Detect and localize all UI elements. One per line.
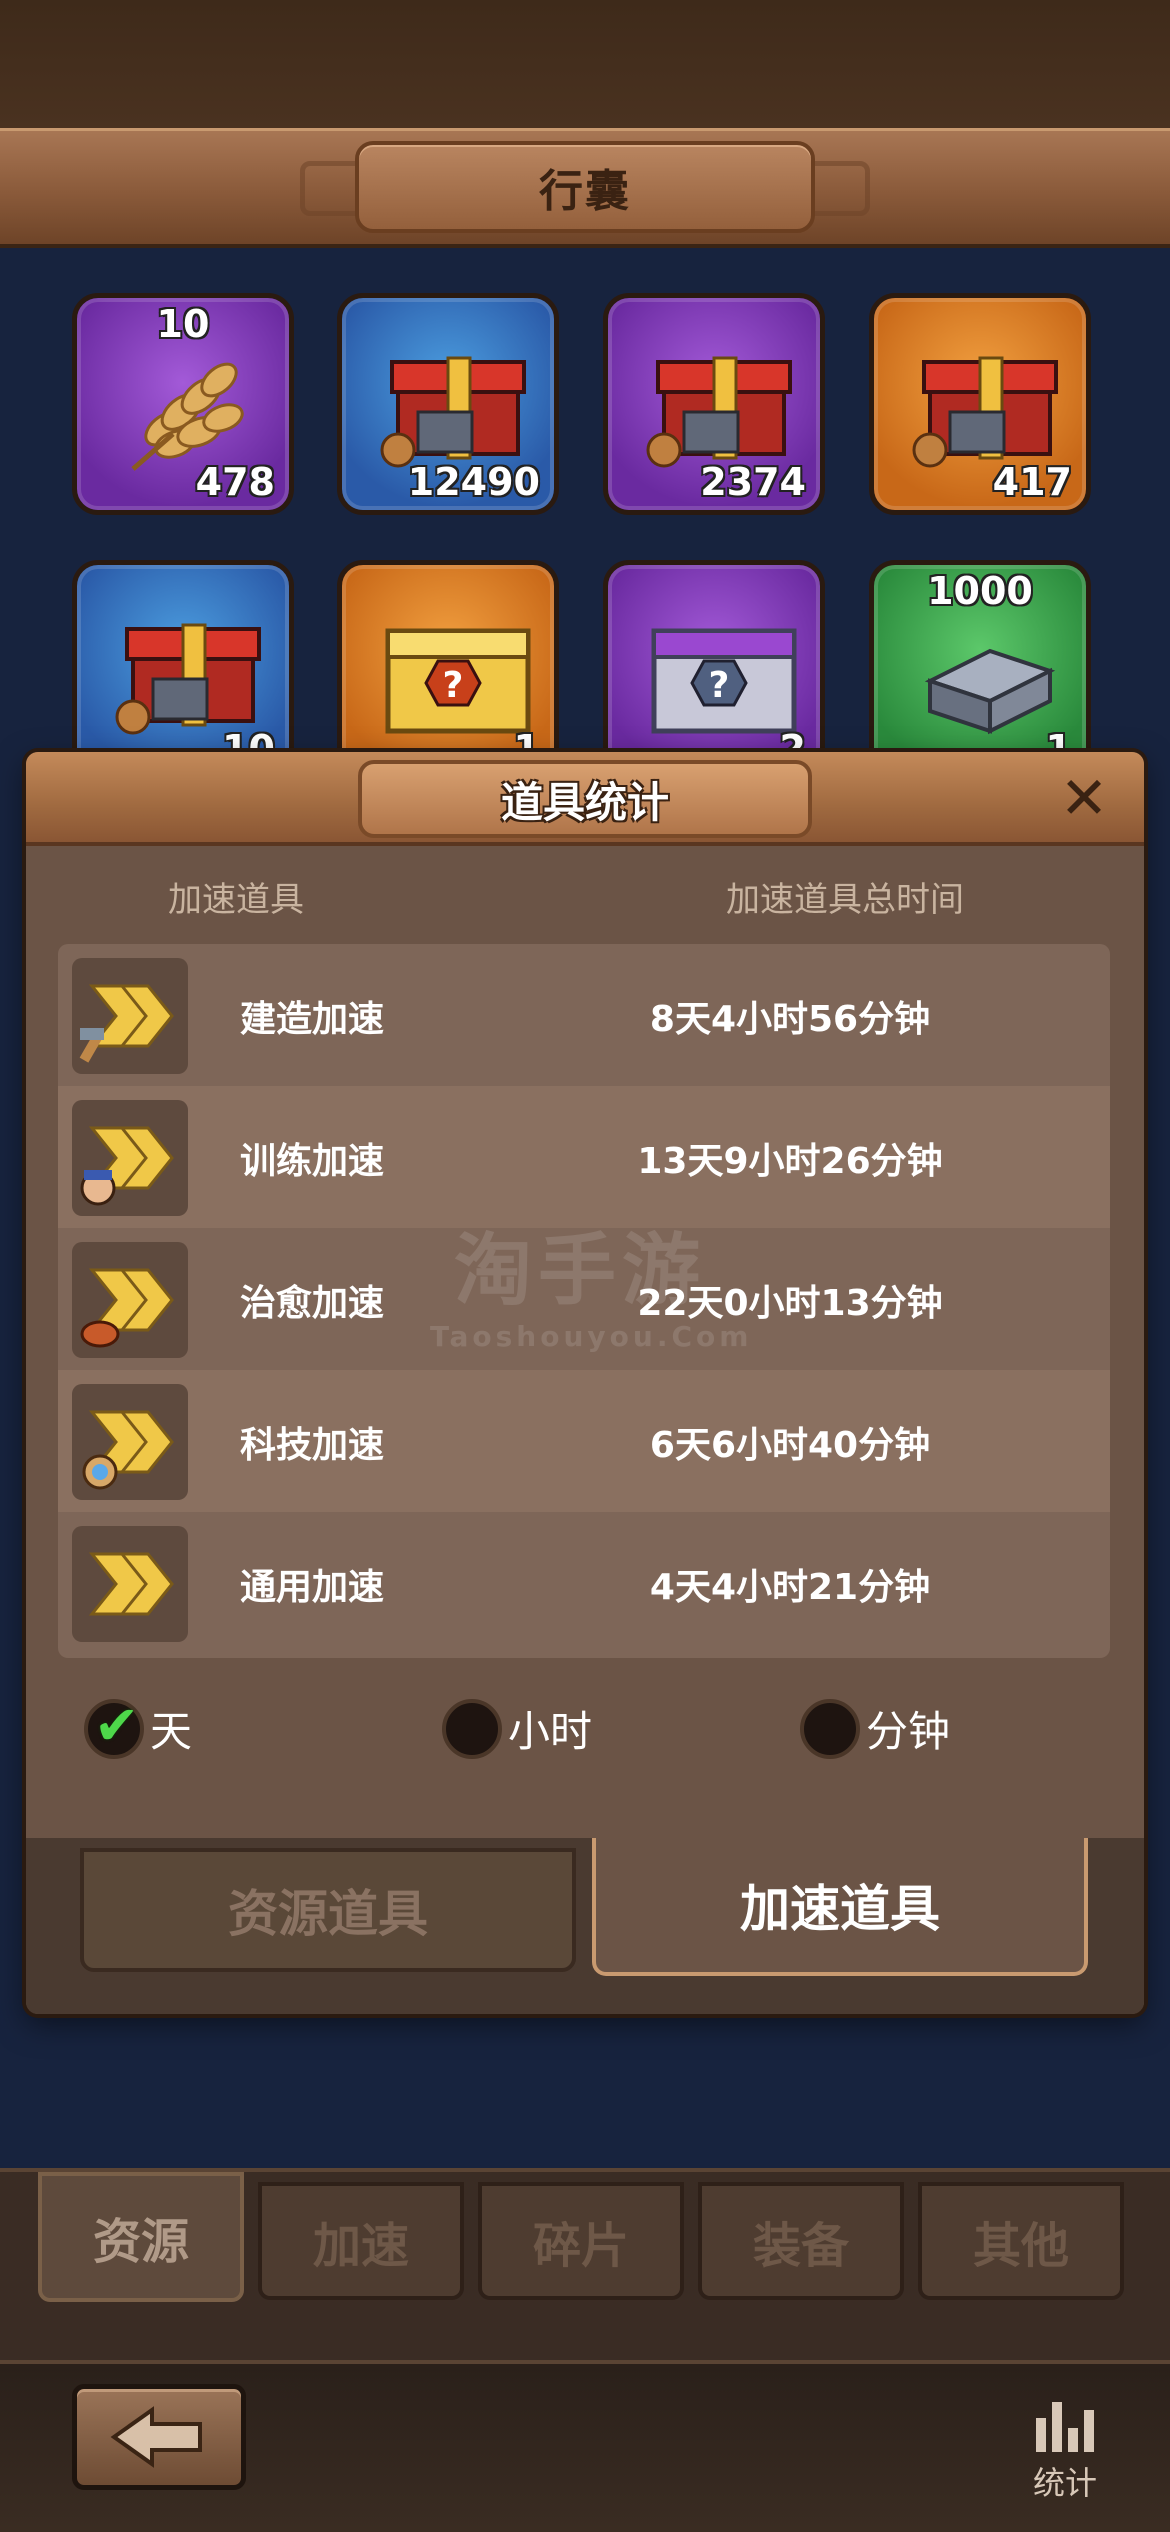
top-backdrop	[0, 0, 1170, 130]
speedup-name: 通用加速	[240, 1567, 385, 1608]
modal-tab-strip: 资源道具 加速道具	[26, 1838, 1144, 2014]
item-count: 12490	[407, 460, 540, 504]
back-arrow-icon	[110, 2406, 202, 2468]
train-speedup-icon	[72, 1100, 188, 1216]
radio-label: 分钟	[866, 1707, 951, 1756]
heal-speedup-icon	[72, 1242, 188, 1358]
speedup-time: 13天9小时26分钟	[637, 1141, 943, 1182]
radio-button	[442, 1698, 502, 1759]
list-item: 训练加速 13天9小时26分钟	[58, 1086, 1110, 1228]
item-tile[interactable]: 12490	[337, 293, 559, 515]
item-tile[interactable]: 2374	[603, 293, 825, 515]
radio-label: 小时	[508, 1707, 593, 1756]
speedup-time: 8天4小时56分钟	[649, 999, 931, 1040]
item-tile[interactable]: ? 2	[603, 560, 825, 782]
speedup-time: 4天4小时21分钟	[649, 1567, 931, 1608]
unit-radio-minute[interactable]: 分钟	[800, 1698, 950, 1759]
item-tile[interactable]: ? 1	[337, 560, 559, 782]
item-tile[interactable]: 1000 1	[869, 560, 1091, 782]
radio-label: 天	[150, 1707, 193, 1756]
speedup-time: 6天6小时40分钟	[649, 1425, 931, 1466]
radio-button	[800, 1698, 860, 1759]
close-icon: ✕	[1059, 764, 1109, 832]
tab-resources[interactable]: 资源	[38, 2172, 244, 2302]
statistics-label: 统计	[1032, 2464, 1097, 2502]
statistics-button[interactable]: 统计	[1020, 2394, 1110, 2504]
modal-title: 道具统计	[358, 760, 812, 838]
speedup-name: 建造加速	[240, 999, 385, 1040]
mystery-box-icon: ?	[385, 628, 531, 734]
tab-other[interactable]: 其他	[918, 2182, 1124, 2300]
back-button[interactable]	[72, 2384, 246, 2490]
iron-ingot-icon	[924, 648, 1056, 735]
unit-radio-hour[interactable]: 小时	[442, 1698, 592, 1759]
item-count: 417	[992, 460, 1072, 504]
watermark-logo: 淘手游	[453, 1226, 706, 1316]
build-speedup-icon	[72, 958, 188, 1074]
general-speedup-icon	[72, 1526, 188, 1642]
item-tile[interactable]: 417	[869, 293, 1091, 515]
tab-equipment[interactable]: 装备	[698, 2182, 904, 2300]
list-item: 建造加速 8天4小时56分钟	[58, 944, 1110, 1086]
mystery-box-icon: ?	[651, 628, 797, 734]
svg-text:?: ?	[443, 665, 464, 706]
footer-bar: 统计	[0, 2360, 1170, 2532]
list-item: 科技加速 6天6小时40分钟	[58, 1370, 1110, 1512]
tab-resource-items[interactable]: 资源道具	[80, 1848, 576, 1972]
radio-button: ✔	[84, 1693, 144, 1759]
column-header-item: 加速道具	[168, 880, 304, 920]
tab-speedup-items[interactable]: 加速道具	[592, 1838, 1088, 1976]
unit-radio-day[interactable]: ✔ 天	[84, 1698, 192, 1759]
tech-speedup-icon	[72, 1384, 188, 1500]
item-tile[interactable]: 10 478	[72, 293, 294, 515]
checkmark-icon: ✔	[94, 1693, 140, 1757]
item-count: 478	[195, 460, 275, 504]
page-title: 行囊	[355, 141, 815, 233]
speedup-name: 治愈加速	[240, 1283, 385, 1324]
speedup-name: 科技加速	[240, 1425, 385, 1466]
column-header-time: 加速道具总时间	[726, 880, 964, 920]
list-item: 通用加速 4天4小时21分钟	[58, 1512, 1110, 1654]
item-count: 2374	[700, 460, 806, 504]
watermark-url: Taoshouyou.Com	[430, 1320, 753, 1353]
item-tile[interactable]: 10	[72, 560, 294, 782]
bar-chart-icon	[1020, 2394, 1110, 2452]
svg-text:?: ?	[709, 665, 730, 706]
modal-header: 道具统计 ✕	[26, 752, 1144, 846]
watermark: 淘手游 Taoshouyou.Com	[430, 1208, 753, 1353]
title-bar: 行囊	[0, 128, 1170, 248]
category-tab-bar: 资源 加速 碎片 装备 其他	[0, 2168, 1170, 2360]
item-stats-modal: 道具统计 ✕ 加速道具 加速道具总时间 建造加速 8天4小时56分钟 训练加速 …	[26, 752, 1144, 2014]
tab-fragments[interactable]: 碎片	[478, 2182, 684, 2300]
speedup-name: 训练加速	[240, 1141, 385, 1182]
tab-speedups[interactable]: 加速	[258, 2182, 464, 2300]
close-button[interactable]: ✕	[1054, 768, 1114, 828]
